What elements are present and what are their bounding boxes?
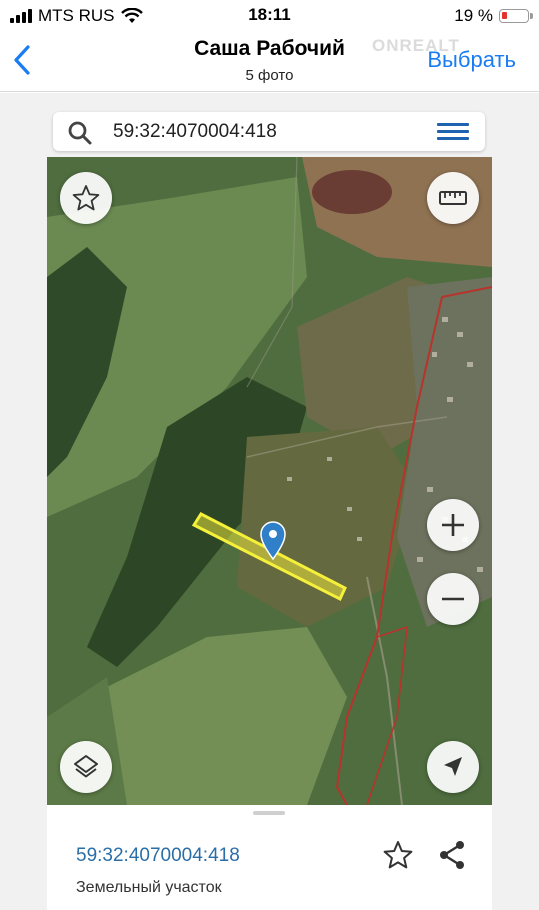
- parcel-type: Земельный участок: [76, 879, 222, 896]
- status-bar: MTS RUS 18:11 19 %: [0, 0, 539, 32]
- favorite-button[interactable]: [60, 172, 112, 224]
- star-icon: [72, 185, 100, 211]
- ruler-icon: [439, 191, 467, 205]
- zoom-out-icon: [442, 597, 464, 601]
- satellite-map[interactable]: [47, 157, 492, 805]
- search-icon: [68, 121, 92, 145]
- hamburger-menu-icon[interactable]: [437, 123, 469, 141]
- search-input[interactable]: 59:32:4070004:418: [113, 121, 277, 143]
- star-icon[interactable]: [382, 839, 414, 871]
- zoom-in-icon: [442, 514, 464, 536]
- map-terrain: [47, 157, 492, 805]
- select-button[interactable]: Выбрать: [427, 47, 516, 73]
- location-arrow-icon: [444, 757, 462, 776]
- navigation-bar: ONREALT Саша Рабочий 5 фото Выбрать: [0, 32, 539, 92]
- battery-percent: 19 %: [454, 6, 493, 25]
- battery-icon: [499, 9, 533, 23]
- layers-button[interactable]: [60, 741, 112, 793]
- sheet-drag-handle[interactable]: [253, 811, 285, 815]
- parcel-info-sheet[interactable]: 59:32:4070004:418 Земельный участок: [47, 805, 492, 910]
- share-icon[interactable]: [437, 839, 467, 871]
- ruler-button[interactable]: [427, 172, 479, 224]
- parcel-cadastral-number[interactable]: 59:32:4070004:418: [76, 845, 240, 867]
- status-right: 19 %: [454, 6, 533, 26]
- layers-icon: [74, 755, 98, 778]
- zoom-out-button[interactable]: [427, 573, 479, 625]
- zoom-in-button[interactable]: [427, 499, 479, 551]
- my-location-button[interactable]: [427, 741, 479, 793]
- search-bar[interactable]: 59:32:4070004:418: [53, 112, 485, 151]
